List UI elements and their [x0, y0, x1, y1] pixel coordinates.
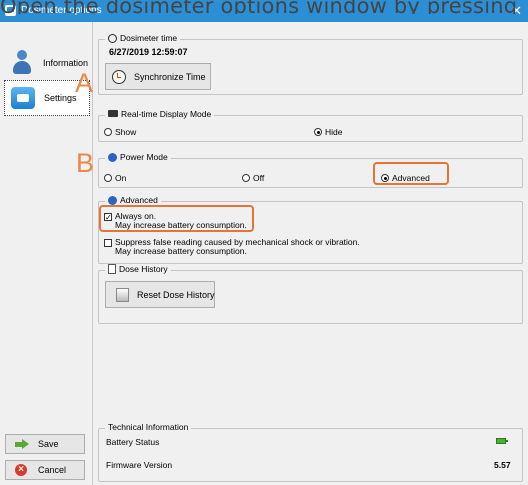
power-off-radio[interactable]: Off [242, 173, 264, 183]
options-window: Information Settings Save × Cancel Dosim… [0, 22, 528, 485]
radio-dot [314, 128, 322, 136]
dosimeter-time-group: Dosimeter time 6/27/2019 12:59:07 Synchr… [98, 33, 523, 95]
synchronize-time-button[interactable]: Synchronize Time [105, 63, 211, 90]
firmware-version-label: Firmware Version [106, 460, 173, 470]
cancel-icon: × [15, 464, 27, 476]
document-icon [108, 264, 116, 274]
group-legend: Power Mode [105, 152, 171, 162]
firmware-version-value: 5.57 [494, 460, 511, 470]
power-advanced-radio[interactable]: Advanced [381, 173, 430, 183]
group-legend: Real-time Display Mode [105, 109, 215, 119]
group-legend: Advanced [105, 195, 161, 205]
checkbox-box [104, 239, 112, 247]
sync-label: Synchronize Time [134, 72, 206, 82]
info-icon [108, 196, 117, 205]
settings-icon [11, 87, 35, 109]
battery-status-label: Battery Status [106, 437, 160, 447]
group-legend: Dosimeter time [105, 33, 181, 43]
trash-icon [116, 288, 129, 302]
power-on-radio[interactable]: On [104, 173, 126, 183]
monitor-icon [108, 110, 118, 117]
clock-icon [112, 70, 126, 84]
green-arrow-icon [15, 439, 29, 449]
save-button[interactable]: Save [5, 434, 85, 454]
radio-dot [242, 174, 250, 182]
technical-info-group: Technical Information Battery Status Fir… [98, 422, 523, 482]
group-legend: Dose History [105, 264, 171, 274]
person-icon [12, 50, 32, 76]
cancel-button[interactable]: × Cancel [5, 460, 85, 480]
checkbox-box: ✓ [104, 213, 112, 222]
instruction-caption: Open the dosimeter options window by pre… [0, 0, 518, 14]
reset-dose-history-button[interactable]: Reset Dose History [105, 281, 215, 308]
group-legend: Technical Information [105, 422, 192, 432]
battery-icon [496, 438, 508, 444]
cancel-label: Cancel [38, 465, 67, 475]
radio-dot [381, 174, 389, 182]
radio-dot [104, 174, 112, 182]
sidebar-item-label: Information [43, 58, 89, 68]
sidebar-item-label: Settings [44, 93, 77, 103]
power-mode-group: Power Mode On Off Advanced [98, 152, 523, 188]
power-icon [108, 153, 117, 162]
annotation-letter-b: B [76, 148, 95, 178]
reset-label: Reset Dose History [137, 290, 215, 300]
save-label: Save [38, 439, 59, 449]
advanced-group: Advanced ✓ Always on. May increase batter… [98, 195, 523, 264]
annotation-letter-a: A [75, 68, 94, 98]
radio-dot [104, 128, 112, 136]
hide-radio[interactable]: Hide [314, 127, 342, 137]
clock-icon [108, 34, 117, 43]
dose-history-group: Dose History Reset Dose History [98, 264, 523, 324]
dosimeter-time-value: 6/27/2019 12:59:07 [109, 47, 188, 57]
realtime-display-group: Real-time Display Mode Show Hide [98, 109, 523, 142]
show-radio[interactable]: Show [104, 127, 136, 137]
